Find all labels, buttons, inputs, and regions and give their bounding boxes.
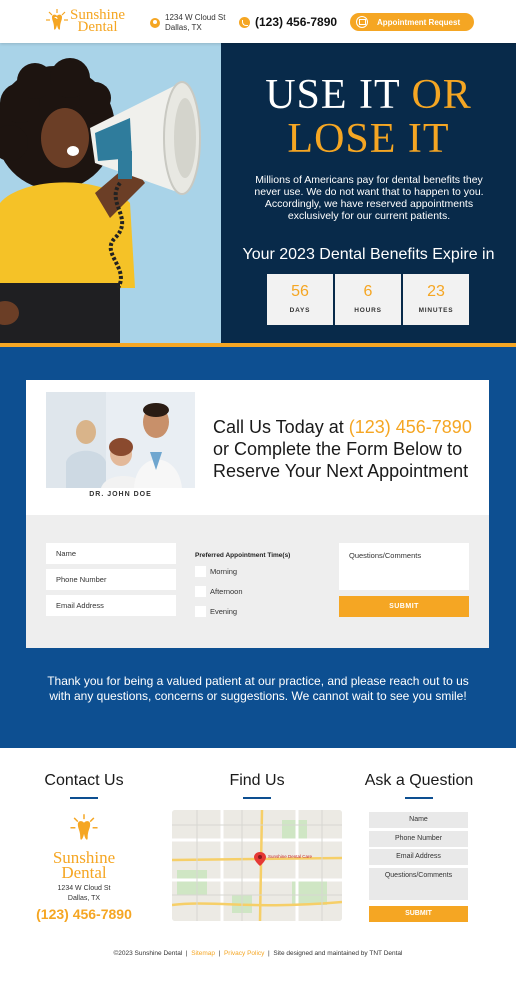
contact-underline [70, 797, 98, 799]
map-graphic: Sunshine Dental Care [172, 810, 342, 921]
evening-checkbox[interactable]: Evening [195, 606, 237, 617]
checkbox-label: Afternoon [210, 587, 243, 596]
address-line1: 1234 W Cloud St [57, 885, 111, 892]
sitemap-link[interactable]: Sitemap [191, 950, 215, 957]
doctor-photo: DR. JOHN DOE [46, 392, 195, 502]
checkbox-box[interactable] [195, 566, 206, 577]
countdown-days: 56 DAYS [267, 274, 333, 325]
phone-icon [239, 16, 250, 28]
doctor-name: DR. JOHN DOE [46, 488, 195, 502]
benefits-expire-text: Your 2023 Dental Benefits Expire in [242, 246, 495, 263]
copyright: ©2023 Sunshine Dental [113, 950, 183, 957]
site-credit: Site designed and maintained by TNT Dent… [273, 950, 403, 957]
location-map[interactable]: Sunshine Dental Care [172, 810, 342, 921]
calendar-icon [356, 16, 368, 28]
logo[interactable]: Sunshine Dental [46, 8, 125, 35]
ask-comments-field[interactable]: Questions/Comments [369, 868, 468, 900]
countdown-timer: 56 DAYS 6 HOURS 23 MINUTES [267, 274, 469, 325]
contact-address: 1234 W Cloud St Dallas, TX [44, 884, 124, 904]
tooth-sun-icon [46, 9, 68, 30]
find-underline [243, 797, 271, 799]
afternoon-checkbox[interactable]: Afternoon [195, 586, 243, 597]
logo-line2: Dental [61, 863, 107, 882]
heading-prefix: Call Us Today at [213, 417, 349, 437]
hero-panel: USE IT OR LOSE IT Millions of Americans … [221, 43, 516, 343]
ask-title: Ask a Question [364, 772, 474, 789]
appointment-request-button[interactable]: Appointment Request [350, 13, 474, 31]
name-field[interactable]: Name [46, 543, 176, 564]
appointment-section: DR. JOHN DOE Call Us Today at (123) 456-… [0, 347, 516, 748]
thank-you-message: Thank you for being a valued patient at … [47, 674, 469, 703]
privacy-policy-link[interactable]: Privacy Policy [224, 950, 264, 957]
countdown-label: DAYS [289, 307, 311, 314]
logo-text: Sunshine Dental [70, 8, 125, 35]
submit-button[interactable]: SUBMIT [339, 596, 469, 617]
footer-logo-text: Sunshine Dental [44, 849, 124, 882]
comments-field[interactable]: Questions/Comments [339, 543, 469, 590]
woman-megaphone-illustration [0, 43, 221, 343]
countdown-value: 23 [427, 283, 445, 300]
tooth-sun-icon [70, 814, 98, 840]
site-header: Sunshine Dental 1234 W Cloud St Dallas, … [0, 0, 516, 43]
contact-phone-link[interactable]: (123) 456-7890 [20, 906, 148, 922]
ask-submit-button[interactable]: SUBMIT [369, 906, 468, 922]
countdown-value: 6 [363, 283, 373, 300]
hero-title-part2: OR [411, 72, 472, 118]
contact-title: Contact Us [44, 772, 124, 789]
find-title: Find Us [229, 772, 285, 789]
checkbox-box[interactable] [195, 606, 206, 617]
hero-title: USE IT OR LOSE IT [221, 73, 516, 161]
countdown-hours: 6 HOURS [335, 274, 401, 325]
hero-image [0, 43, 221, 343]
ask-name-field[interactable]: Name [369, 812, 468, 828]
hero-title-part3: LOSE IT [287, 116, 450, 162]
header-address[interactable]: 1234 W Cloud St Dallas, TX [150, 13, 225, 33]
dentist-illustration [46, 392, 195, 488]
location-pin-icon [150, 18, 160, 28]
address-line2: Dallas, TX [67, 895, 101, 902]
address-line1: 1234 W Cloud St [165, 13, 226, 22]
preferred-time-title: Preferred Appointment Time(s) [195, 552, 291, 559]
appointment-heading: Call Us Today at (123) 456-7890 or Compl… [213, 416, 483, 482]
countdown-label: MINUTES [418, 307, 454, 314]
header-phone-link[interactable]: (123) 456-7890 [239, 15, 337, 29]
appointment-request-label: Appointment Request [377, 17, 461, 27]
map-marker-label: Sunshine Dental Care [268, 854, 313, 859]
footer: ©2023 Sunshine Dental | Sitemap | Privac… [113, 950, 403, 957]
morning-checkbox[interactable]: Morning [195, 566, 237, 577]
ask-underline [405, 797, 433, 799]
appointment-card: DR. JOHN DOE Call Us Today at (123) 456-… [26, 380, 489, 515]
appointment-form: Name Phone Number Email Address Preferre… [26, 515, 489, 648]
countdown-minutes: 23 MINUTES [403, 274, 469, 325]
hero-title-part1: USE IT [265, 72, 412, 118]
countdown-value: 56 [291, 283, 309, 300]
hero-body: Millions of Americans pay for dental ben… [254, 174, 484, 222]
checkbox-box[interactable] [195, 586, 206, 597]
footer-logo[interactable]: Sunshine Dental [44, 813, 124, 882]
ask-email-field[interactable]: Email Address [369, 849, 468, 865]
email-field[interactable]: Email Address [46, 595, 176, 616]
header-phone: (123) 456-7890 [255, 15, 338, 29]
address-line2: Dallas, TX [165, 23, 202, 32]
heading-rest: or Complete the Form Below to Reserve Yo… [213, 439, 469, 481]
phone-field[interactable]: Phone Number [46, 569, 176, 590]
checkbox-label: Evening [210, 607, 238, 616]
logo-line2: Dental [77, 19, 118, 35]
ask-phone-field[interactable]: Phone Number [369, 831, 468, 847]
heading-phone-link[interactable]: (123) 456-7890 [349, 417, 472, 437]
checkbox-label: Morning [210, 567, 238, 576]
countdown-label: HOURS [354, 307, 382, 314]
